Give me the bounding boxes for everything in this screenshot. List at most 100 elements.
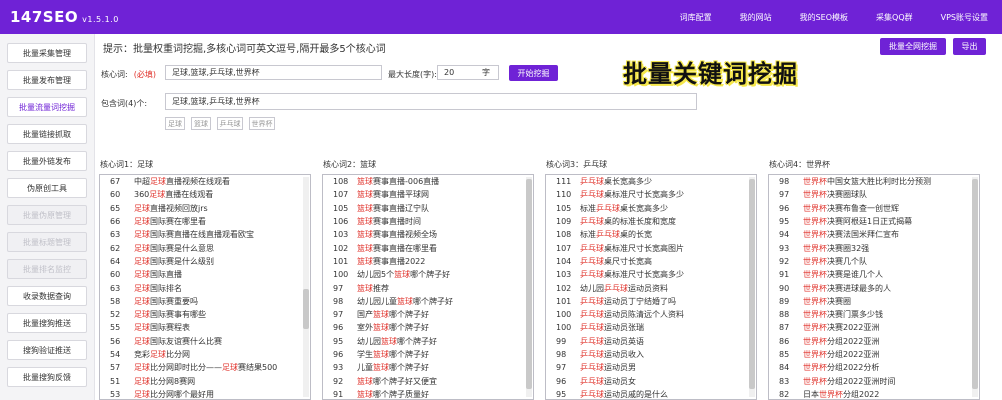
list-item[interactable]: 107 乒乓球桌标准尺寸长宽高图片: [546, 241, 756, 254]
list-item[interactable]: 97 篮球推荐: [323, 281, 533, 294]
list-item[interactable]: 95 乒乓球运动员戚的是什么: [546, 388, 756, 399]
sidebar-item-title-manage[interactable]: 批量标题管理: [7, 232, 87, 252]
list-item[interactable]: 101 乒乓球运动员丁宁结婚了吗: [546, 295, 756, 308]
list-item[interactable]: 100 乒乓球运动员张瑞: [546, 321, 756, 334]
include-tag-worldcup[interactable]: 世界杯: [249, 117, 275, 130]
list-item[interactable]: 92 篮球哪个牌子好又便宜: [323, 374, 533, 387]
list-item[interactable]: 104 乒乓球桌尺寸长宽高: [546, 255, 756, 268]
list-item[interactable]: 106 篮球赛事直播时间: [323, 215, 533, 228]
list-item[interactable]: 103 篮球赛事直播视频全场: [323, 228, 533, 241]
list-item[interactable]: 86 世界杯分组2022亚洲: [769, 335, 979, 348]
list-item[interactable]: 51 足球比分网8赛网: [100, 374, 310, 387]
list-item[interactable]: 87 世界杯决赛2022亚洲: [769, 321, 979, 334]
sidebar-item-keyword-mining[interactable]: 批量流量词挖掘: [7, 97, 87, 117]
sidebar-item-rank-monitor[interactable]: 批量排名监控: [7, 259, 87, 279]
list-item[interactable]: 111 乒乓球桌长宽高多少: [546, 175, 756, 188]
sidebar-item-batch-publish[interactable]: 批量发布管理: [7, 70, 87, 90]
list-item[interactable]: 95 世界杯决赛阿根廷1日正式揭幕: [769, 215, 979, 228]
scrollbar-thumb[interactable]: [526, 179, 532, 389]
keyword-list-1[interactable]: 67 中超足球直播视频在线观看 60 360足球直播在线观看 65 足球直播视频回放jrs…: [99, 174, 311, 400]
scrollbar-thumb[interactable]: [972, 179, 978, 389]
mine-all-button[interactable]: 批量全网挖掘: [880, 38, 946, 55]
nav-lexicon-config[interactable]: 词库配置: [666, 0, 726, 34]
list-item[interactable]: 91 世界杯决赛是谁几个人: [769, 268, 979, 281]
list-item[interactable]: 105 篮球赛事直播辽宁队: [323, 202, 533, 215]
list-item[interactable]: 90 世界杯决赛进球最多的人: [769, 281, 979, 294]
list-item[interactable]: 96 乒乓球运动员女: [546, 374, 756, 387]
include-word-input[interactable]: 足球,篮球,乒乓球,世界杯: [165, 93, 697, 110]
list-item[interactable]: 97 乒乓球运动员男: [546, 361, 756, 374]
sidebar-item-sogou-push[interactable]: 批量搜狗推送: [7, 313, 87, 333]
list-item[interactable]: 107 篮球赛事直播平球网: [323, 188, 533, 201]
sidebar-item-link-crawl[interactable]: 批量链接抓取: [7, 124, 87, 144]
list-item[interactable]: 102 篮球赛事直播在哪里看: [323, 241, 533, 254]
sidebar-item-backlink-publish[interactable]: 批量外链发布: [7, 151, 87, 171]
list-item[interactable]: 56 足球国际友谊赛什么比赛: [100, 335, 310, 348]
nav-my-site[interactable]: 我的网站: [726, 0, 786, 34]
scrollbar-thumb[interactable]: [303, 289, 309, 329]
keyword-list-4[interactable]: 98 世界杯中国女篮大胜比利时比分预测 97 世界杯决赛圈球队 96 世界杯决赛布鲁查一创…: [768, 174, 980, 400]
list-item[interactable]: 102 幼儿园乒乓球运动员资料: [546, 281, 756, 294]
sidebar-item-sogou-feedback[interactable]: 批量搜狗反馈: [7, 367, 87, 387]
list-item[interactable]: 94 世界杯决赛法国米拜仁宣布: [769, 228, 979, 241]
list-item[interactable]: 55 足球国际赛程表: [100, 321, 310, 334]
list-item[interactable]: 60 360足球直播在线观看: [100, 188, 310, 201]
list-item[interactable]: 98 世界杯中国女篮大胜比利时比分预测: [769, 175, 979, 188]
nav-qq-group[interactable]: 采集QQ群: [862, 0, 927, 34]
sidebar-item-sogou-verify[interactable]: 搜狗验证推送: [7, 340, 87, 360]
list-item[interactable]: 108 篮球赛事直播-006直播: [323, 175, 533, 188]
list-item[interactable]: 100 乒乓球运动员陈清远个人资料: [546, 308, 756, 321]
list-item[interactable]: 99 乒乓球运动员英语: [546, 335, 756, 348]
list-item[interactable]: 93 儿童篮球哪个牌子好: [323, 361, 533, 374]
max-length-input[interactable]: 20 字: [437, 65, 499, 80]
list-item[interactable]: 105 标准乒乓球桌长宽高多少: [546, 202, 756, 215]
list-item[interactable]: 67 中超足球直播视频在线观看: [100, 175, 310, 188]
list-item[interactable]: 65 足球直播视频回放jrs: [100, 202, 310, 215]
list-item[interactable]: 98 乒乓球运动员收入: [546, 348, 756, 361]
list-item[interactable]: 52 足球国际赛事有哪些: [100, 308, 310, 321]
list-item[interactable]: 63 足球国际排名: [100, 281, 310, 294]
list-item[interactable]: 96 学生篮球哪个牌子好: [323, 348, 533, 361]
scrollbar[interactable]: [526, 177, 532, 397]
list-item[interactable]: 89 世界杯决赛圈: [769, 295, 979, 308]
list-item[interactable]: 58 足球国际赛重要吗: [100, 295, 310, 308]
include-tag-football[interactable]: 足球: [165, 117, 185, 130]
list-item[interactable]: 97 世界杯决赛圈球队: [769, 188, 979, 201]
list-item[interactable]: 57 足球比分网即时比分——足球赛结果500: [100, 361, 310, 374]
list-item[interactable]: 64 足球国际赛是什么级别: [100, 255, 310, 268]
list-item[interactable]: 66 足球国际赛在哪里看: [100, 215, 310, 228]
keyword-list-3[interactable]: 111 乒乓球桌长宽高多少 110 乒乓球桌标准尺寸长宽高多少 105 标准乒乓球桌长宽高…: [545, 174, 757, 400]
sidebar-item-pseudo-manage[interactable]: 批量伪原管理: [7, 205, 87, 225]
scrollbar-thumb[interactable]: [749, 179, 755, 389]
list-item[interactable]: 85 世界杯分组2022亚洲: [769, 348, 979, 361]
list-item[interactable]: 84 世界杯分组2022分析: [769, 361, 979, 374]
list-item[interactable]: 96 世界杯决赛布鲁查一创世辉: [769, 202, 979, 215]
list-item[interactable]: 54 竞彩足球比分网: [100, 348, 310, 361]
start-mining-button[interactable]: 开始挖掘: [509, 65, 558, 81]
list-item[interactable]: 83 世界杯分组2022亚洲时间: [769, 374, 979, 387]
list-item[interactable]: 88 世界杯决赛门票多少钱: [769, 308, 979, 321]
scrollbar[interactable]: [749, 177, 755, 397]
include-tag-basketball[interactable]: 篮球: [191, 117, 211, 130]
brand-logo[interactable]: 147SEO v1.5.1.0: [10, 8, 119, 26]
nav-seo-template[interactable]: 我的SEO模板: [786, 0, 862, 34]
list-item[interactable]: 101 篮球赛事直播2022: [323, 255, 533, 268]
list-item[interactable]: 97 国产篮球哪个牌子好: [323, 308, 533, 321]
list-item[interactable]: 60 足球国际直播: [100, 268, 310, 281]
sidebar-item-pseudo-original[interactable]: 伪原创工具: [7, 178, 87, 198]
scrollbar[interactable]: [303, 177, 309, 397]
list-item[interactable]: 95 幼儿园篮球哪个牌子好: [323, 335, 533, 348]
list-item[interactable]: 100 幼儿园5个篮球哪个牌子好: [323, 268, 533, 281]
core-word-input[interactable]: 足球,篮球,乒乓球,世界杯: [165, 65, 382, 80]
export-button[interactable]: 导出: [953, 38, 986, 55]
scrollbar[interactable]: [972, 177, 978, 397]
list-item[interactable]: 98 幼儿园儿童篮球哪个牌子好: [323, 295, 533, 308]
list-item[interactable]: 93 世界杯决赛圈32强: [769, 241, 979, 254]
sidebar-item-batch-collect[interactable]: 批量采集管理: [7, 43, 87, 63]
keyword-list-2[interactable]: 108 篮球赛事直播-006直播 107 篮球赛事直播平球网 105 篮球赛事直播辽宁队 1…: [322, 174, 534, 400]
list-item[interactable]: 82 日本世界杯分组2022: [769, 388, 979, 399]
list-item[interactable]: 96 室外篮球哪个牌子好: [323, 321, 533, 334]
list-item[interactable]: 109 乒乓球桌的标准长度和宽度: [546, 215, 756, 228]
include-tag-pingpong[interactable]: 乒乓球: [217, 117, 243, 130]
list-item[interactable]: 63 足球国际赛直播在线直播观看欧宝: [100, 228, 310, 241]
